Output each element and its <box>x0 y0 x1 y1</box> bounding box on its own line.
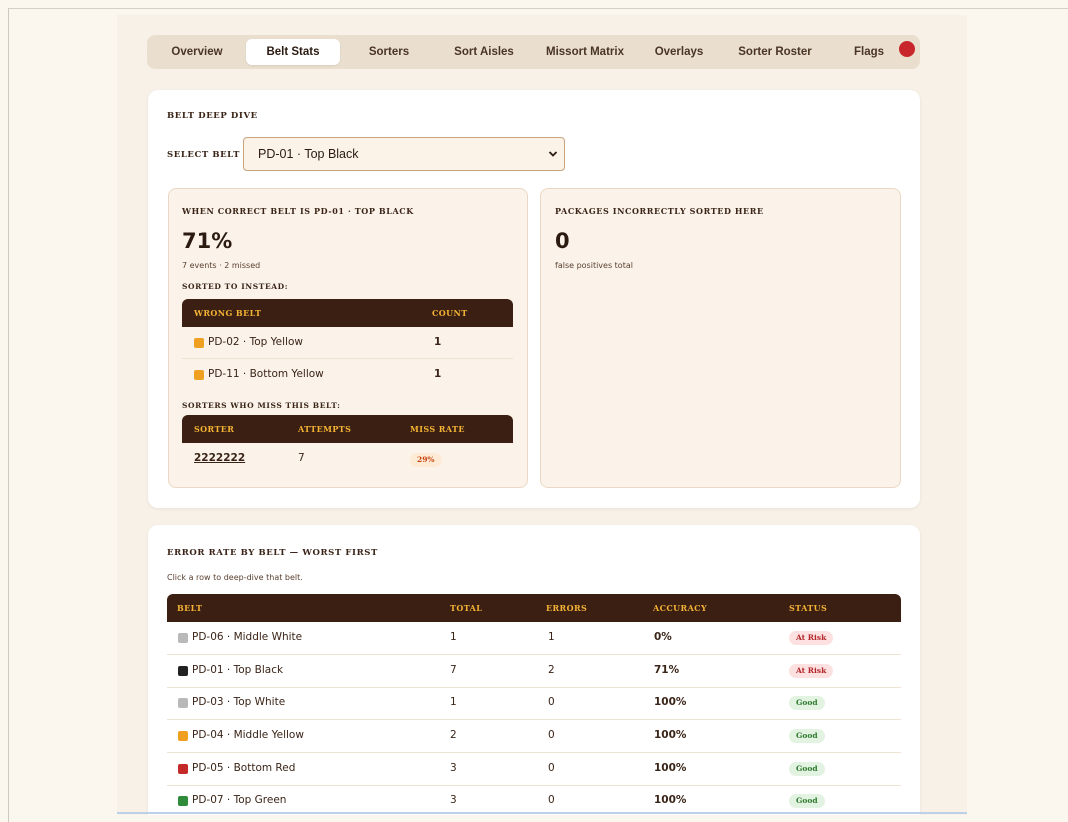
false-positive-heading: PACKAGES INCORRECTLY SORTED HERE <box>555 206 764 216</box>
table-row[interactable]: PD-05 · Bottom Red 3 0 100% Good <box>167 753 901 786</box>
table-row[interactable]: PD-03 · Top White 1 0 100% Good <box>167 687 901 720</box>
miss-rate-badge: 29% <box>410 453 442 467</box>
belt-accuracy: 0% <box>654 631 672 643</box>
belt-accuracy: 100% <box>654 794 687 806</box>
wrong-belt-name: PD-02 · Top Yellow <box>208 336 303 348</box>
tab-overlays[interactable]: Overlays <box>644 39 714 65</box>
scroll-edge <box>117 812 967 814</box>
belt-total: 1 <box>450 631 457 643</box>
wrong-belt-count: 1 <box>434 368 442 380</box>
accuracy-value: 71% <box>182 229 233 253</box>
col-errors: ERRORS <box>546 603 588 613</box>
tab-flags[interactable]: Flags <box>845 39 893 65</box>
tab-bar: Overview Belt Stats Sorters Sort Aisles … <box>147 35 920 69</box>
belt-errors: 2 <box>548 664 555 676</box>
deep-dive-title: BELT DEEP DIVE <box>167 111 258 121</box>
belt-color-swatch <box>194 370 204 380</box>
status-badge: Good <box>789 729 825 743</box>
belt-total: 3 <box>450 762 457 774</box>
events-summary: 7 events · 2 missed <box>182 261 261 270</box>
status-badge: Good <box>789 762 825 776</box>
belt-color-swatch <box>178 796 188 806</box>
tab-sort-aisles[interactable]: Sort Aisles <box>443 39 525 65</box>
tab-sorters[interactable]: Sorters <box>353 39 425 65</box>
belt-color-swatch <box>178 731 188 741</box>
belt-name: PD-03 · Top White <box>192 696 286 708</box>
tab-overview[interactable]: Overview <box>157 39 237 65</box>
sorter-table-header: SORTER ATTEMPTS MISS RATE <box>182 415 513 443</box>
status-badge: At Risk <box>789 631 834 645</box>
col-wrong-belt: WRONG BELT <box>194 308 262 318</box>
belt-errors: 0 <box>548 762 555 774</box>
belt-select[interactable]: PD-01 · Top Black <box>243 137 565 171</box>
tab-sorter-roster[interactable]: Sorter Roster <box>725 39 825 65</box>
col-belt: BELT <box>177 603 203 613</box>
belt-errors: 0 <box>548 696 555 708</box>
belt-total: 1 <box>450 696 457 708</box>
belt-color-swatch <box>178 666 188 676</box>
status-badge: Good <box>789 794 825 808</box>
col-status: STATUS <box>789 603 828 613</box>
select-belt-label: SELECT BELT <box>167 150 240 160</box>
belt-select-value: PD-01 · Top Black <box>258 147 359 161</box>
false-positive-caption: false positives total <box>555 261 633 270</box>
wrong-belt-table-header: WRONG BELT COUNT <box>182 299 513 327</box>
table-row[interactable]: PD-07 · Top Green 3 0 100% Good <box>167 785 901 815</box>
belt-name: PD-06 · Middle White <box>192 631 303 643</box>
flags-alert-dot <box>899 41 915 57</box>
belt-name: PD-07 · Top Green <box>192 794 287 806</box>
sorted-to-label: SORTED TO INSTEAD: <box>182 282 289 291</box>
belt-total: 7 <box>450 664 457 676</box>
error-rate-hint: Click a row to deep-dive that belt. <box>167 573 303 582</box>
belt-accuracy: 100% <box>654 729 687 741</box>
belt-color-swatch <box>178 698 188 708</box>
table-row[interactable]: PD-01 · Top Black 7 2 71% At Risk <box>167 655 901 688</box>
table-row[interactable]: 2222222 7 29% <box>182 443 513 475</box>
sorters-label: SORTERS WHO MISS THIS BELT: <box>182 401 341 410</box>
false-positive-panel: PACKAGES INCORRECTLY SORTED HERE 0 false… <box>540 188 901 488</box>
sorter-attempts: 7 <box>298 452 305 464</box>
col-total: TOTAL <box>450 603 483 613</box>
status-badge: At Risk <box>789 664 834 678</box>
status-badge: Good <box>789 696 825 710</box>
col-count: COUNT <box>432 308 468 318</box>
belt-name: PD-05 · Bottom Red <box>192 762 296 774</box>
wrong-belt-count: 1 <box>434 336 442 348</box>
table-row[interactable]: PD-06 · Middle White 1 1 0% At Risk <box>167 622 901 655</box>
belt-color-swatch <box>194 338 204 348</box>
belt-accuracy: 100% <box>654 696 687 708</box>
belt-errors: 0 <box>548 729 555 741</box>
belt-errors: 0 <box>548 794 555 806</box>
error-rate-table-header: BELT TOTAL ERRORS ACCURACY STATUS <box>167 594 901 622</box>
tab-belt-stats[interactable]: Belt Stats <box>246 39 340 65</box>
belt-color-swatch <box>178 764 188 774</box>
app-content: Overview Belt Stats Sorters Sort Aisles … <box>117 15 967 815</box>
correct-belt-panel: WHEN CORRECT BELT IS PD-01 · TOP BLACK 7… <box>168 188 528 488</box>
table-row: PD-02 · Top Yellow 1 <box>182 327 513 359</box>
tab-missort-matrix[interactable]: Missort Matrix <box>535 39 635 65</box>
belt-accuracy: 100% <box>654 762 687 774</box>
col-attempts: ATTEMPTS <box>298 424 352 434</box>
belt-errors: 1 <box>548 631 555 643</box>
table-row[interactable]: PD-04 · Middle Yellow 2 0 100% Good <box>167 720 901 753</box>
false-positive-value: 0 <box>555 229 570 253</box>
belt-total: 2 <box>450 729 457 741</box>
belt-name: PD-04 · Middle Yellow <box>192 729 304 741</box>
belt-total: 3 <box>450 794 457 806</box>
error-rate-card: ERROR RATE BY BELT — WORST FIRST Click a… <box>148 525 920 815</box>
wrong-belt-name: PD-11 · Bottom Yellow <box>208 368 324 380</box>
chevron-down-icon <box>548 151 558 157</box>
table-row: PD-11 · Bottom Yellow 1 <box>182 359 513 390</box>
col-sorter: SORTER <box>194 424 235 434</box>
correct-belt-heading: WHEN CORRECT BELT IS PD-01 · TOP BLACK <box>182 206 414 216</box>
error-rate-title: ERROR RATE BY BELT — WORST FIRST <box>167 548 378 558</box>
sorter-id-link[interactable]: 2222222 <box>194 452 245 464</box>
belt-name: PD-01 · Top Black <box>192 664 284 676</box>
belt-deep-dive-card: BELT DEEP DIVE SELECT BELT PD-01 · Top B… <box>148 90 920 508</box>
belt-accuracy: 71% <box>654 664 680 676</box>
col-miss-rate: MISS RATE <box>410 424 465 434</box>
col-accuracy: ACCURACY <box>653 603 708 613</box>
belt-color-swatch <box>178 633 188 643</box>
